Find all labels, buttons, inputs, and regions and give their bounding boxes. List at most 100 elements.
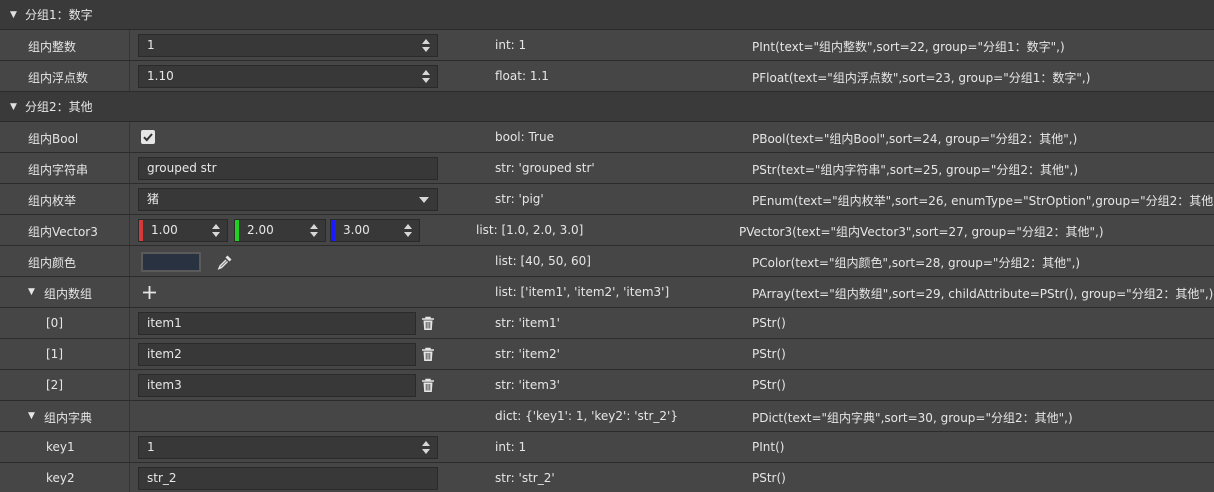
- array-item-input[interactable]: item2: [138, 343, 416, 366]
- property-label: 组内字符串: [28, 163, 89, 177]
- type-value: bool: True: [495, 130, 554, 144]
- code-text: PStr(): [752, 378, 786, 392]
- collapse-triangle-icon[interactable]: ▼: [28, 411, 35, 421]
- type-value: str: 'item1': [495, 316, 560, 330]
- z-axis-color-bar: [331, 220, 335, 241]
- group-header-other[interactable]: ▼ 分组2：其他: [0, 92, 1214, 122]
- str-value: grouped str: [147, 161, 217, 175]
- property-label: 组内枚举: [28, 194, 77, 208]
- type-value: list: [1.0, 2.0, 3.0]: [476, 223, 584, 237]
- dict-key-label: key1: [46, 440, 75, 454]
- column-divider: [129, 401, 130, 431]
- code-text: PFloat(text="组内浮点数",sort=23, group="分组1：…: [752, 71, 1091, 85]
- dict-item-value: str_2: [147, 471, 177, 485]
- column-divider: [129, 30, 130, 60]
- property-row-array[interactable]: ▼ 组内数组 list: ['item1', 'item2', 'item3']…: [0, 277, 1214, 308]
- spinner-arrows-icon[interactable]: [310, 224, 318, 237]
- spinner-arrows-icon[interactable]: [404, 224, 412, 237]
- property-row-enum: 组内枚举 猪 str: 'pig' PEnum(text="组内枚举",sort…: [0, 184, 1214, 215]
- column-divider: [129, 463, 130, 492]
- int-spinbox[interactable]: 1: [138, 34, 438, 57]
- array-item-input[interactable]: item1: [138, 312, 416, 335]
- array-item-value: item3: [147, 378, 182, 392]
- array-index-label: [0]: [46, 316, 63, 330]
- type-value: str: 'str_2': [495, 471, 555, 485]
- code-text: PVector3(text="组内Vector3",sort=27, group…: [739, 225, 1104, 239]
- group-header-numbers[interactable]: ▼ 分组1：数字: [0, 0, 1214, 30]
- vector-z-spinbox[interactable]: 3.00: [330, 219, 420, 242]
- spinner-arrows-icon[interactable]: [422, 39, 430, 52]
- trash-icon[interactable]: [421, 378, 435, 393]
- property-label: 组内Vector3: [28, 225, 98, 239]
- float-value: 1.10: [147, 69, 174, 83]
- column-divider: [129, 432, 130, 462]
- property-row-vector3: 组内Vector3 1.00 2.00 3.00 list: [1.0, 2.0…: [0, 215, 1214, 246]
- array-item-value: item1: [147, 316, 182, 330]
- dict-item-row: key2 str_2 str: 'str_2' PStr(): [0, 463, 1214, 492]
- property-row-float: 组内浮点数 1.10 float: 1.1 PFloat(text="组内浮点数…: [0, 61, 1214, 92]
- column-divider: [129, 122, 130, 152]
- property-row-dict[interactable]: ▼ 组内字典 dict: {'key1': 1, 'key2': 'str_2'…: [0, 401, 1214, 432]
- array-item-input[interactable]: item3: [138, 374, 416, 397]
- column-divider: [129, 308, 130, 338]
- array-item-row: [2] item3 str: 'item3' PStr(): [0, 370, 1214, 401]
- dict-key-label: key2: [46, 471, 75, 485]
- group-title: 分组1：数字: [25, 8, 93, 22]
- code-text: PStr(): [752, 471, 786, 485]
- trash-icon[interactable]: [421, 347, 435, 362]
- x-axis-color-bar: [139, 220, 143, 241]
- property-label: 组内数组: [44, 287, 93, 301]
- array-item-row: [0] item1 str: 'item1' PStr(): [0, 308, 1214, 339]
- str-input[interactable]: grouped str: [138, 157, 438, 180]
- vector-x-spinbox[interactable]: 1.00: [138, 219, 228, 242]
- property-label: 组内字典: [44, 411, 93, 425]
- checkmark-icon: [143, 133, 153, 142]
- collapse-triangle-icon[interactable]: ▼: [10, 10, 17, 20]
- trash-icon[interactable]: [421, 316, 435, 331]
- code-text: PStr(): [752, 347, 786, 361]
- dict-item-value: 1: [147, 440, 155, 454]
- code-text: PInt(text="组内整数",sort=22, group="分组1：数字"…: [752, 40, 1065, 54]
- column-divider: [129, 61, 130, 91]
- column-divider: [129, 370, 130, 400]
- spinner-arrows-icon[interactable]: [422, 70, 430, 83]
- bool-checkbox[interactable]: [141, 130, 155, 144]
- type-value: int: 1: [495, 38, 527, 52]
- column-divider: [129, 184, 130, 214]
- dict-str-input[interactable]: str_2: [138, 467, 438, 490]
- type-value: float: 1.1: [495, 69, 549, 83]
- property-label: 组内颜色: [28, 256, 77, 270]
- float-spinbox[interactable]: 1.10: [138, 65, 438, 88]
- code-text: PInt(): [752, 440, 785, 454]
- dict-int-spinbox[interactable]: 1: [138, 436, 438, 459]
- property-row-bool: 组内Bool bool: True PBool(text="组内Bool",so…: [0, 122, 1214, 153]
- spinner-arrows-icon[interactable]: [422, 441, 430, 454]
- property-row-int: 组内整数 1 int: 1 PInt(text="组内整数",sort=22, …: [0, 30, 1214, 61]
- type-value: str: 'grouped str': [495, 161, 595, 175]
- code-text: PStr(text="组内字符串",sort=25, group="分组2：其他…: [752, 163, 1079, 177]
- eyedropper-icon[interactable]: [217, 254, 233, 270]
- dict-item-row: key1 1 int: 1 PInt(): [0, 432, 1214, 463]
- type-value: int: 1: [495, 440, 527, 454]
- column-divider: [129, 277, 130, 307]
- column-divider: [129, 246, 130, 276]
- enum-dropdown[interactable]: 猪: [138, 188, 438, 211]
- property-row-str: 组内字符串 grouped str str: 'grouped str' PSt…: [0, 153, 1214, 184]
- color-swatch[interactable]: [141, 252, 201, 272]
- collapse-triangle-icon[interactable]: ▼: [10, 102, 17, 112]
- vector-x-value: 1.00: [151, 223, 178, 237]
- collapse-triangle-icon[interactable]: ▼: [28, 287, 35, 297]
- type-value: str: 'item3': [495, 378, 560, 392]
- array-index-label: [1]: [46, 347, 63, 361]
- code-text: PColor(text="组内颜色",sort=28, group="分组2：其…: [752, 256, 1081, 270]
- column-divider: [129, 339, 130, 369]
- code-text: PBool(text="组内Bool",sort=24, group="分组2：…: [752, 132, 1078, 146]
- group-title: 分组2：其他: [25, 100, 93, 114]
- chevron-down-icon[interactable]: [419, 197, 429, 203]
- column-divider: [129, 153, 130, 183]
- plus-icon[interactable]: [142, 285, 157, 300]
- spinner-arrows-icon[interactable]: [212, 224, 220, 237]
- vector-y-value: 2.00: [247, 223, 274, 237]
- vector-y-spinbox[interactable]: 2.00: [234, 219, 326, 242]
- int-value: 1: [147, 38, 155, 52]
